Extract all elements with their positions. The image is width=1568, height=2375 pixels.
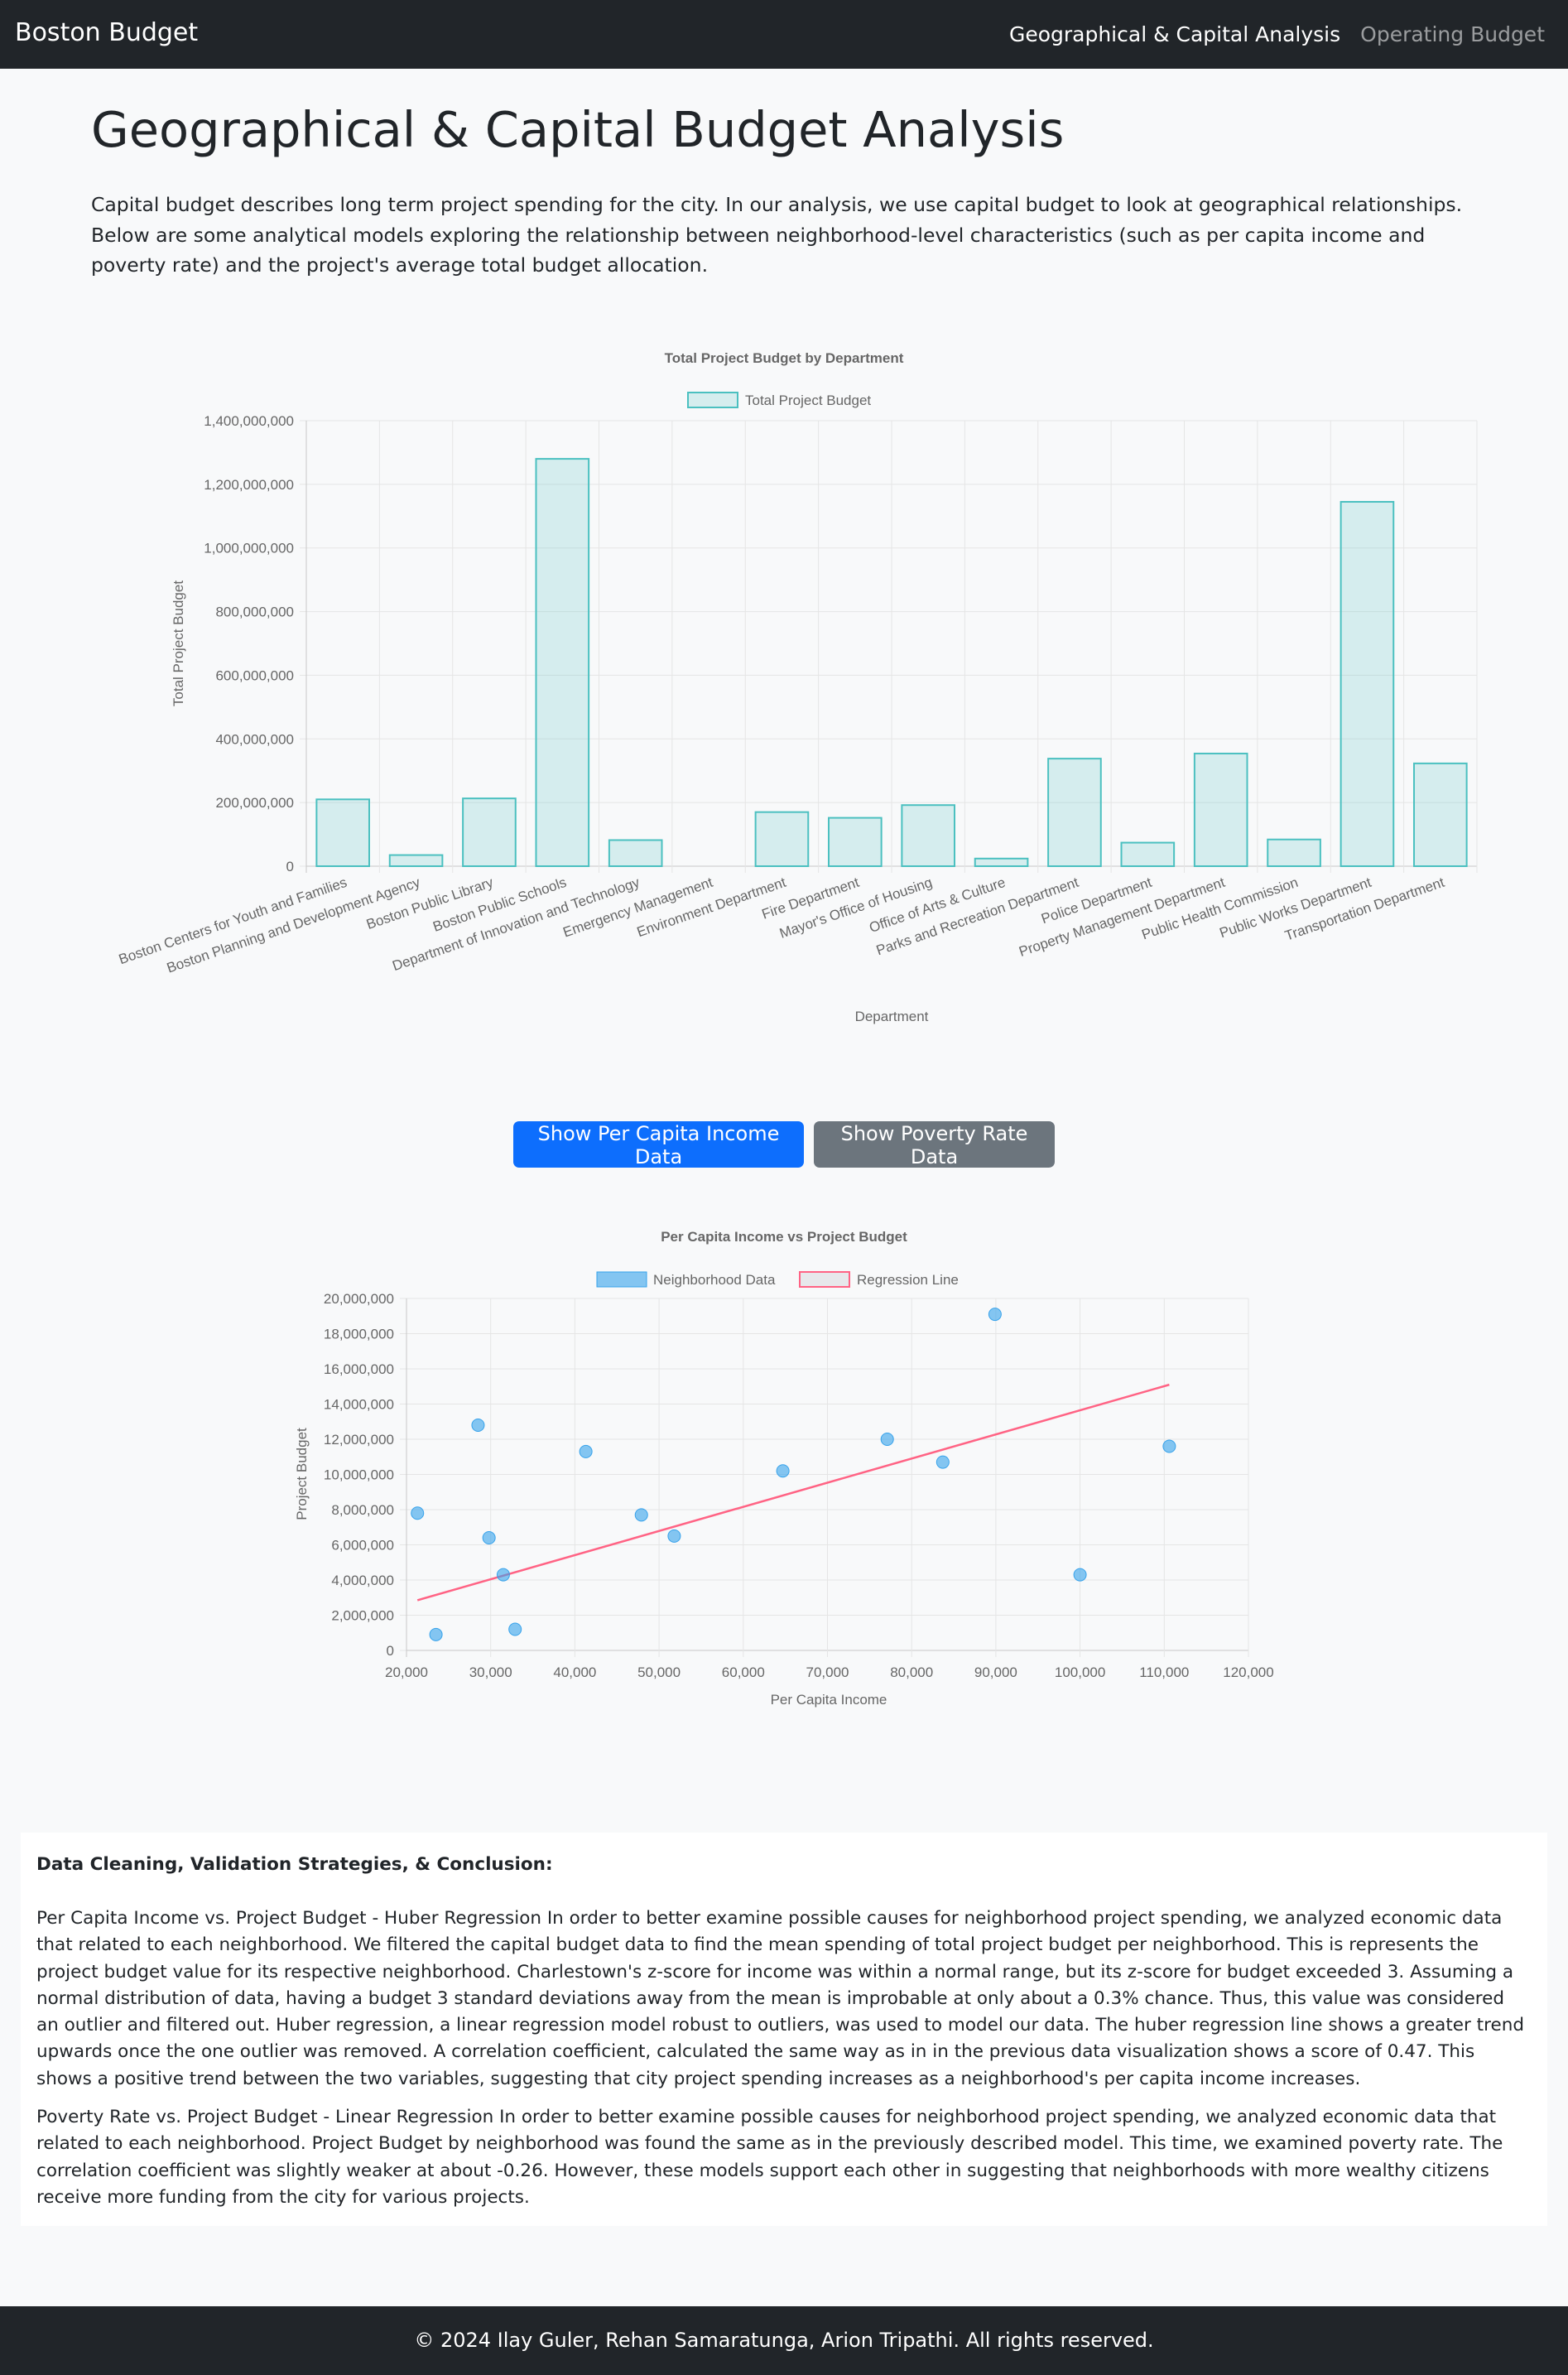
scatter-x-tick-label: 110,000	[1139, 1664, 1189, 1680]
department-budget-bar-chart: Total Project Budget by Department Total…	[117, 350, 1478, 1024]
bar-12	[1193, 752, 1248, 867]
neighborhood-point	[482, 1531, 496, 1544]
bar-1	[388, 854, 444, 867]
scatter-legend-swatch-line	[799, 1271, 850, 1288]
bar-7	[827, 817, 883, 867]
scatter-x-tick-label: 70,000	[806, 1664, 849, 1680]
bar-x-axis-label: Department	[855, 1009, 929, 1024]
neighborhood-point	[579, 1444, 593, 1458]
nav-link-geographical-capital[interactable]: Geographical & Capital Analysis	[1009, 22, 1340, 46]
bar-legend-label: Total Project Budget	[745, 393, 871, 408]
bar-y-tick-label: 600,000,000	[215, 667, 294, 683]
scatter-x-tick-label: 30,000	[469, 1664, 512, 1680]
page-title: Geographical & Capital Budget Analysis	[91, 101, 1065, 158]
bar-y-tick-label: 200,000,000	[215, 795, 294, 811]
neighborhood-point	[471, 1419, 485, 1432]
bar-6	[754, 811, 810, 868]
bar-9	[974, 857, 1029, 868]
scatter-y-tick-label: 12,000,000	[324, 1432, 394, 1448]
scatter-y-tick-label: 2,000,000	[331, 1608, 394, 1624]
regression-line	[416, 1383, 1170, 1602]
scatter-y-tick-label: 6,000,000	[331, 1538, 394, 1554]
neighborhood-point	[496, 1568, 510, 1582]
neighborhood-point	[667, 1529, 681, 1543]
analysis-paragraph-poverty: Poverty Rate vs. Project Budget - Linear…	[36, 2107, 1503, 2208]
show-income-button[interactable]: Show Per Capita Income Data	[513, 1121, 804, 1168]
neighborhood-point	[1162, 1439, 1176, 1453]
bar-10	[1047, 758, 1102, 868]
bar-13	[1267, 838, 1321, 867]
analysis-paragraph-income: Per Capita Income vs. Project Budget - H…	[36, 1908, 1524, 2089]
scatter-y-tick-label: 10,000,000	[324, 1467, 394, 1483]
scatter-legend-swatch-data	[596, 1271, 647, 1288]
bar-y-tick-label: 400,000,000	[215, 731, 294, 747]
scatter-y-ticks: 0 2,000,000 4,000,000 6,000,000 8,000,000 10,…	[324, 1291, 394, 1659]
bar-2	[462, 797, 517, 868]
navbar: Boston Budget Geographical & Capital Ana…	[0, 0, 1568, 69]
scatter-y-tick-label: 18,000,000	[324, 1327, 394, 1342]
scatter-legend-label-data: Neighborhood Data	[653, 1272, 776, 1288]
scatter-y-axis-label: Project Budget	[294, 1428, 310, 1520]
scatter-y-tick-label: 8,000,000	[331, 1502, 394, 1518]
scatter-x-tick-label: 100,000	[1055, 1664, 1105, 1680]
bar-y-tick-label: 1,200,000,000	[204, 477, 294, 493]
neighborhood-point	[988, 1308, 1002, 1322]
scatter-x-tick-label: 120,000	[1223, 1664, 1273, 1680]
scatter-x-tick-label: 40,000	[553, 1664, 596, 1680]
bar-y-tick-label: 800,000,000	[215, 605, 294, 620]
bar-y-tick-label: 1,400,000,000	[204, 413, 294, 429]
neighborhood-point	[429, 1627, 443, 1641]
scatter-x-tick-label: 50,000	[637, 1664, 681, 1680]
footer-text: © 2024 Ilay Guler, Rehan Samaratunga, Ar…	[414, 2329, 1154, 2352]
bar-15	[1412, 762, 1468, 868]
scatter-y-tick-label: 14,000,000	[324, 1397, 394, 1413]
scatter-x-tick-label: 60,000	[722, 1664, 765, 1680]
footer: © 2024 Ilay Guler, Rehan Samaratunga, Ar…	[0, 2306, 1568, 2375]
bar-y-tick-label: 1,000,000,000	[204, 541, 294, 556]
bar-x-tick-label: Boston Public Library	[364, 874, 496, 932]
income-scatter-chart: Per Capita Income vs Project Budget Neig…	[294, 1229, 1274, 1708]
bar-3	[535, 458, 590, 867]
intro-text: Capital budget describes long term proje…	[91, 193, 1463, 277]
neighborhood-point	[936, 1455, 950, 1469]
bar-11	[1120, 841, 1176, 868]
scatter-y-tick-label: 4,000,000	[331, 1573, 394, 1588]
neighborhood-point	[508, 1622, 522, 1636]
scatter-chart-title: Per Capita Income vs Project Budget	[661, 1229, 907, 1245]
nav-link-operating-budget[interactable]: Operating Budget	[1360, 22, 1545, 46]
neighborhood-point	[634, 1508, 648, 1522]
bar-legend-swatch	[687, 392, 738, 408]
bar-14	[1340, 500, 1395, 867]
analysis-card: Data Cleaning, Validation Strategies, & …	[21, 1833, 1547, 2226]
bar-y-ticks: 0 200,000,000 400,000,000 600,000,000 800,00…	[204, 413, 294, 874]
scatter-x-tick-label: 80,000	[890, 1664, 933, 1680]
nav-links: Geographical & Capital Analysis Operatin…	[1009, 22, 1545, 46]
analysis-title: Data Cleaning, Validation Strategies, & …	[36, 1854, 553, 1875]
neighborhood-point	[411, 1506, 425, 1520]
scatter-y-tick-label: 0	[387, 1643, 394, 1659]
scatter-x-axis-label: Per Capita Income	[771, 1692, 887, 1708]
neighborhood-point	[776, 1464, 790, 1478]
bar-y-tick-label: 0	[286, 859, 294, 874]
scatter-x-tick-label: 90,000	[974, 1664, 1017, 1680]
neighborhood-point	[880, 1433, 894, 1446]
scatter-x-tick-label: 20,000	[385, 1664, 428, 1680]
bar-x-ticks: Boston Centers for Youth and FamiliesBos…	[117, 874, 1446, 976]
bar-8	[901, 804, 956, 868]
scatter-x-ticks: 20,000 30,000 40,000 50,000 60,000 70,000 80,0…	[385, 1664, 1274, 1680]
brand-link[interactable]: Boston Budget	[15, 18, 198, 47]
scatter-y-tick-label: 20,000,000	[324, 1291, 394, 1307]
scatter-y-tick-label: 16,000,000	[324, 1361, 394, 1377]
regression-line-series	[416, 1383, 1170, 1602]
bar-0	[315, 798, 371, 867]
scatter-legend-label-line: Regression Line	[857, 1272, 959, 1288]
scatter-grid	[400, 1298, 1249, 1657]
show-poverty-button[interactable]: Show Poverty Rate Data	[814, 1121, 1055, 1168]
bar-y-axis-label: Total Project Budget	[171, 581, 186, 706]
neighborhood-point	[1073, 1568, 1087, 1582]
bar-4	[608, 839, 663, 868]
bar-chart-title: Total Project Budget by Department	[665, 350, 904, 366]
